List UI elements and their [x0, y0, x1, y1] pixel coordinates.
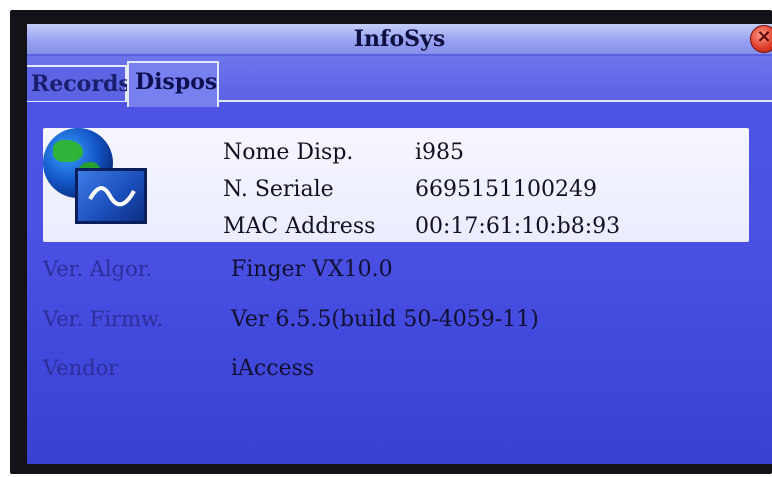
- tab-strip: Records Dispos: [27, 56, 772, 107]
- device-name-label: Nome Disp.: [223, 140, 354, 165]
- algorithm-value: Finger VX10.0: [231, 257, 393, 282]
- close-icon: ×: [756, 26, 772, 47]
- algorithm-label: Ver. Algor.: [43, 257, 153, 281]
- tab-dispos[interactable]: Dispos: [127, 61, 219, 107]
- lcd-screen: InfoSys × Records Dispos Nome Disp. i985…: [27, 24, 772, 464]
- tab-records[interactable]: Records: [27, 65, 131, 101]
- vendor-label: Vendor: [43, 356, 119, 380]
- firmware-label: Ver. Firmw.: [43, 307, 164, 331]
- close-button[interactable]: ×: [750, 25, 772, 53]
- firmware-value: Ver 6.5.5(build 50-4059-11): [231, 307, 539, 332]
- mac-value: 00:17:61:10:b8:93: [415, 214, 621, 239]
- monitor-icon: [75, 168, 147, 224]
- vendor-value: iAccess: [231, 356, 315, 381]
- mac-label: MAC Address: [223, 214, 376, 239]
- device-info-panel: [43, 128, 749, 242]
- device-name-value: i985: [415, 140, 465, 165]
- window-title: InfoSys: [353, 26, 446, 52]
- title-bar: InfoSys ×: [27, 24, 772, 56]
- serial-label: N. Seriale: [223, 177, 334, 202]
- serial-value: 6695151100249: [415, 177, 597, 202]
